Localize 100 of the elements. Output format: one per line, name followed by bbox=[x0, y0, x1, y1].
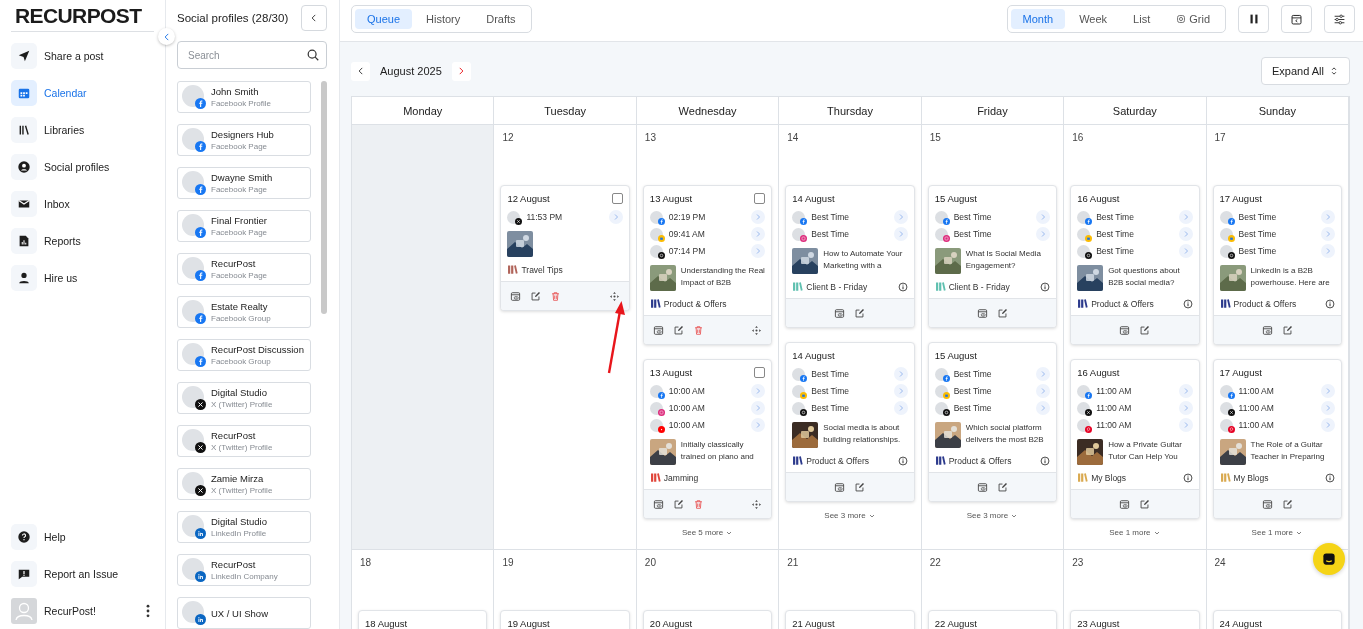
preview-icon[interactable] bbox=[652, 498, 664, 510]
preview-icon[interactable] bbox=[976, 307, 988, 319]
see-more-link[interactable]: See 1 more bbox=[1251, 528, 1303, 537]
info-icon[interactable] bbox=[1325, 298, 1335, 309]
preview-icon[interactable] bbox=[1119, 324, 1131, 336]
tab[interactable]: Drafts bbox=[474, 9, 528, 29]
post-card[interactable]: 23 August bbox=[1070, 610, 1200, 629]
edit-icon[interactable] bbox=[672, 324, 684, 336]
nav-item[interactable]: Calendar bbox=[11, 80, 154, 106]
profile-card[interactable]: RecurPost Facebook Page bbox=[177, 253, 311, 285]
see-more-link[interactable]: See 5 more bbox=[681, 528, 734, 537]
tab[interactable]: Queue bbox=[355, 9, 413, 29]
post-card[interactable]: 16 August 11:00 AM 11:00 AM 11:00 AM How a Private Guitar Tutor Can Help You My Blogs bbox=[1070, 359, 1200, 519]
search-field[interactable]: Search bbox=[177, 41, 327, 69]
info-icon[interactable] bbox=[1182, 472, 1193, 483]
preview-icon[interactable] bbox=[1261, 498, 1273, 510]
settings-button[interactable] bbox=[1324, 5, 1355, 33]
see-more-link[interactable]: See 1 more bbox=[1109, 528, 1161, 537]
move-icon[interactable] bbox=[751, 324, 763, 336]
books-icon bbox=[649, 472, 661, 483]
edit-icon[interactable] bbox=[854, 481, 866, 493]
info-icon[interactable] bbox=[897, 281, 908, 292]
tab[interactable]: History bbox=[414, 9, 473, 29]
edit-icon[interactable] bbox=[996, 481, 1008, 493]
info-icon[interactable] bbox=[1040, 455, 1051, 466]
info-icon[interactable] bbox=[1325, 472, 1335, 483]
profile-card[interactable]: Designers Hub Facebook Page bbox=[177, 124, 311, 156]
profile-card[interactable]: Dwayne Smith Facebook Page bbox=[177, 167, 311, 199]
preview-icon[interactable] bbox=[1261, 324, 1273, 336]
up-down-icon bbox=[1329, 66, 1339, 76]
preview-icon[interactable] bbox=[510, 290, 522, 302]
post-card[interactable]: 12 August 11:53 PM Travel Tips bbox=[500, 185, 630, 311]
edit-icon[interactable] bbox=[1139, 324, 1151, 336]
nav-item[interactable]: Report an Issue bbox=[11, 561, 154, 587]
preview-icon[interactable] bbox=[834, 481, 846, 493]
post-card[interactable]: 17 August Best Time Best Time Best Time LinkedIn is a B2B powerhouse. Here are Product & Offers bbox=[1212, 185, 1342, 345]
view-tab[interactable]: Week bbox=[1067, 9, 1120, 29]
preview-icon[interactable] bbox=[976, 481, 988, 493]
move-icon[interactable] bbox=[608, 290, 620, 302]
edit-icon[interactable] bbox=[1281, 324, 1293, 336]
checkbox[interactable] bbox=[754, 193, 766, 204]
profile-card[interactable]: Final Frontier Facebook Page bbox=[177, 210, 311, 242]
post-card[interactable]: 15 August Best Time Best Time What Is Social Media Engagement? Client B - Friday bbox=[927, 185, 1058, 328]
view-tab[interactable]: List bbox=[1121, 9, 1163, 29]
expand-all-button[interactable]: Expand All bbox=[1261, 57, 1350, 85]
post-card[interactable]: 15 August Best Time Best Time Best Time Which social platform delivers the most B2B Product & Offers bbox=[927, 342, 1058, 502]
edit-icon[interactable] bbox=[854, 307, 866, 319]
move-icon[interactable] bbox=[751, 498, 763, 510]
preview-icon[interactable] bbox=[1119, 498, 1131, 510]
delete-icon[interactable] bbox=[550, 290, 562, 302]
post-card[interactable]: 24 August bbox=[1212, 610, 1342, 629]
info-icon[interactable] bbox=[1182, 298, 1193, 309]
view-tab[interactable]: Month bbox=[1010, 9, 1066, 29]
profile-card[interactable]: John Smith Facebook Profile bbox=[177, 81, 311, 113]
post-card[interactable]: 16 August Best Time Best Time Best Time Got questions about B2B social media? Product & Offers bbox=[1070, 185, 1200, 345]
post-card[interactable]: 21 August bbox=[785, 610, 915, 629]
edit-icon[interactable] bbox=[996, 307, 1008, 319]
profile-card[interactable]: UX / UI Show bbox=[177, 597, 311, 629]
edit-icon[interactable] bbox=[672, 498, 684, 510]
see-more-link[interactable]: See 3 more bbox=[824, 511, 876, 520]
post-card[interactable]: 13 August 02:19 PM 09:41 AM 07:14 PM Understanding the Real Impact of B2B Product & Offers bbox=[642, 185, 773, 345]
nav-item[interactable]: Social profiles bbox=[11, 154, 154, 180]
profile-card[interactable]: RecurPost Discussion Facebook Group bbox=[177, 339, 311, 371]
post-card[interactable]: 14 August Best Time Best Time How to Automate Your Marketing with a Client B - Friday bbox=[785, 185, 915, 328]
post-card[interactable]: 20 August bbox=[642, 610, 773, 629]
edit-icon[interactable] bbox=[1281, 498, 1293, 510]
delete-icon[interactable] bbox=[692, 498, 704, 510]
profile-card[interactable]: RecurPost LinkedIn Company bbox=[177, 554, 311, 586]
delete-icon[interactable] bbox=[692, 324, 704, 336]
nav-item[interactable]: Libraries bbox=[11, 117, 154, 143]
preview-icon[interactable] bbox=[652, 324, 664, 336]
profile-card[interactable]: Digital Studio LinkedIn Profile bbox=[177, 511, 311, 543]
post-card[interactable]: 18 August bbox=[358, 610, 488, 629]
nav-item[interactable]: Help bbox=[11, 524, 154, 550]
profile-card[interactable]: Zamie Mirza X (Twitter) Profile bbox=[177, 468, 311, 500]
edit-icon[interactable] bbox=[530, 290, 542, 302]
nav-item[interactable]: Hire us bbox=[11, 265, 154, 291]
profile-card[interactable]: Digital Studio X (Twitter) Profile bbox=[177, 382, 311, 414]
profile-card[interactable]: Estate Realty Facebook Group bbox=[177, 296, 311, 328]
profile-card[interactable]: RecurPost X (Twitter) Profile bbox=[177, 425, 311, 457]
edit-icon[interactable] bbox=[1139, 498, 1151, 510]
post-card[interactable]: 22 August bbox=[927, 610, 1058, 629]
scrollbar[interactable] bbox=[321, 81, 327, 314]
info-icon[interactable] bbox=[1040, 281, 1051, 292]
checkbox[interactable] bbox=[754, 367, 766, 378]
see-more-link[interactable]: See 3 more bbox=[966, 511, 1019, 520]
nav-item[interactable]: Share a post bbox=[11, 43, 154, 69]
post-card[interactable]: 13 August 10:00 AM 10:00 AM 10:00 AM Initially classically trained on piano and Jamming bbox=[642, 359, 773, 519]
post-card[interactable]: 14 August Best Time Best Time Best Time Social media is about building relationships. Product & Offers bbox=[785, 342, 915, 502]
pause-button[interactable] bbox=[1238, 5, 1269, 33]
nav-item[interactable]: Reports bbox=[11, 228, 154, 254]
post-card[interactable]: 17 August 11:00 AM 11:00 AM 11:00 AM The Role of a Guitar Teacher in Preparing My Blogs bbox=[1212, 359, 1342, 519]
info-icon[interactable] bbox=[897, 455, 908, 466]
checkbox[interactable] bbox=[611, 193, 623, 204]
calendar-button[interactable] bbox=[1281, 5, 1312, 33]
more-icon[interactable] bbox=[146, 604, 150, 618]
view-tab[interactable]: Grid bbox=[1164, 9, 1222, 29]
post-card[interactable]: 19 August bbox=[500, 610, 630, 629]
preview-icon[interactable] bbox=[834, 307, 846, 319]
nav-item[interactable]: Inbox bbox=[11, 191, 154, 217]
